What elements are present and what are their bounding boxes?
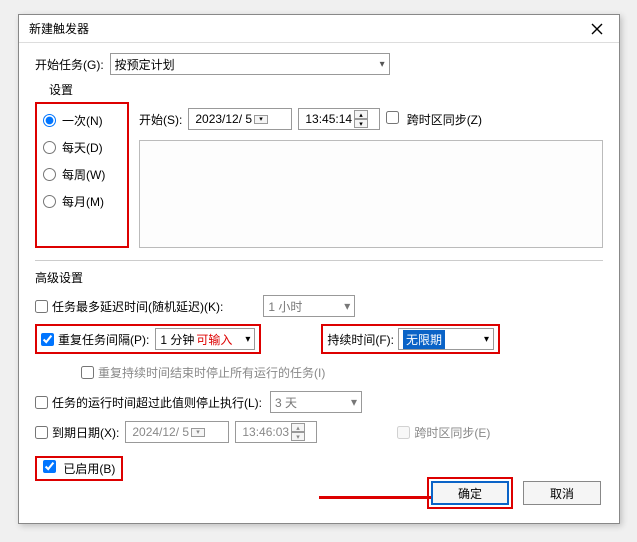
stop-after-select[interactable]: 3 天 ▾ <box>270 391 362 413</box>
duration-value: 无限期 <box>403 330 445 349</box>
schedule-detail-box <box>139 140 603 248</box>
titlebar: 新建触发器 <box>19 15 619 43</box>
duration-label: 持续时间(F): <box>327 331 394 348</box>
advanced-label: 高级设置 <box>35 269 603 286</box>
settings-label: 设置 <box>49 81 603 98</box>
cancel-button-label: 取消 <box>550 485 574 502</box>
schedule-radio-group: 一次(N) 每天(D) 每周(W) 每月(M) <box>35 102 129 248</box>
time-spinner[interactable]: ▴▾ <box>291 423 305 441</box>
stop-after-input[interactable] <box>35 396 48 409</box>
chevron-down-icon: ▾ <box>484 334 489 345</box>
expire-time-value: 13:46:03 <box>242 425 289 439</box>
repeat-value: 1 分钟 <box>160 331 194 348</box>
expire-sync-tz-input <box>397 426 410 439</box>
time-spinner[interactable]: ▴▾ <box>354 110 368 128</box>
stop-at-end-checkbox[interactable]: 重复持续时间结束时停止所有运行的任务(I) <box>81 364 325 381</box>
chevron-down-icon: ▾ <box>380 59 385 70</box>
radio-monthly-input[interactable] <box>43 195 56 208</box>
start-date-value: 2023/12/ 5 <box>195 112 252 126</box>
sync-tz-label: 跨时区同步(Z) <box>407 113 482 127</box>
sync-tz-input[interactable] <box>386 111 399 124</box>
start-row: 开始(S): 2023/12/ 5 ▾ 13:45:14 ▴▾ 跨时区同步(Z) <box>139 102 603 140</box>
radio-once[interactable]: 一次(N) <box>43 112 121 129</box>
ok-button[interactable]: 确定 <box>431 481 509 505</box>
begin-task-select[interactable]: 按预定计划 ▾ <box>110 53 390 75</box>
expire-label: 到期日期(X): <box>52 424 119 441</box>
stop-at-end-label: 重复持续时间结束时停止所有运行的任务(I) <box>98 364 325 381</box>
radio-daily-input[interactable] <box>43 141 56 154</box>
divider <box>35 260 603 261</box>
radio-once-input[interactable] <box>43 114 56 127</box>
close-button[interactable] <box>581 18 613 40</box>
delay-row: 任务最多延迟时间(随机延迟)(K): 1 小时 ▾ <box>35 294 603 318</box>
repeat-input[interactable] <box>41 333 54 346</box>
delay-select[interactable]: 1 小时 ▾ <box>263 295 355 317</box>
enabled-highlight: 已启用(B) <box>35 456 123 481</box>
cancel-button[interactable]: 取消 <box>523 481 601 505</box>
repeat-highlight: 重复任务间隔(P): 1 分钟 可输入 ▾ <box>35 324 261 354</box>
radio-monthly-label: 每月(M) <box>62 193 104 210</box>
radio-weekly-label: 每周(W) <box>62 166 105 183</box>
start-time-input[interactable]: 13:45:14 ▴▾ <box>298 108 380 130</box>
start-area: 开始(S): 2023/12/ 5 ▾ 13:45:14 ▴▾ 跨时区同步(Z) <box>139 102 603 248</box>
expire-date-value: 2024/12/ 5 <box>132 425 189 439</box>
repeat-hint: 可输入 <box>196 331 232 348</box>
stop-after-value: 3 天 <box>275 394 297 411</box>
enabled-checkbox[interactable]: 已启用(B) <box>43 460 115 477</box>
expire-date-input[interactable]: 2024/12/ 5 ▾ <box>125 421 229 443</box>
begin-task-row: 开始任务(G): 按预定计划 ▾ <box>35 53 603 75</box>
radio-daily[interactable]: 每天(D) <box>43 139 121 156</box>
settings-area: 一次(N) 每天(D) 每周(W) 每月(M) 开始(S): <box>35 102 603 248</box>
start-date-input[interactable]: 2023/12/ 5 ▾ <box>188 108 292 130</box>
stop-after-label: 任务的运行时间超过此值则停止执行(L): <box>52 394 262 411</box>
radio-daily-label: 每天(D) <box>62 139 103 156</box>
dialog-content: 开始任务(G): 按预定计划 ▾ 设置 一次(N) 每天(D) 每周(W) <box>19 43 619 491</box>
stop-after-row: 任务的运行时间超过此值则停止执行(L): 3 天 ▾ <box>35 390 603 414</box>
radio-once-label: 一次(N) <box>62 112 103 129</box>
chevron-down-icon: ▾ <box>351 395 357 409</box>
start-time-value: 13:45:14 <box>305 112 352 126</box>
expire-sync-tz-checkbox: 跨时区同步(E) <box>397 424 490 441</box>
repeat-label: 重复任务间隔(P): <box>58 331 149 348</box>
enabled-label: 已启用(B) <box>63 462 115 476</box>
repeat-interval-select[interactable]: 1 分钟 可输入 ▾ <box>155 328 255 350</box>
begin-task-value: 按预定计划 <box>115 56 175 73</box>
button-bar: 确定 取消 <box>427 477 601 509</box>
chevron-down-icon: ▾ <box>245 334 250 345</box>
enabled-input[interactable] <box>43 460 56 473</box>
ok-highlight: 确定 <box>427 477 513 509</box>
radio-monthly[interactable]: 每月(M) <box>43 193 121 210</box>
expire-checkbox[interactable]: 到期日期(X): <box>35 424 119 441</box>
sync-tz-checkbox[interactable]: 跨时区同步(Z) <box>386 111 482 128</box>
date-spinner[interactable]: ▾ <box>191 428 205 437</box>
new-trigger-dialog: 新建触发器 开始任务(G): 按预定计划 ▾ 设置 一次(N) 每天(D) <box>18 14 620 524</box>
close-icon <box>591 23 603 35</box>
delay-input[interactable] <box>35 300 48 313</box>
ok-button-label: 确定 <box>458 485 482 502</box>
date-spinner[interactable]: ▾ <box>254 115 268 124</box>
expire-sync-tz-label: 跨时区同步(E) <box>414 424 490 441</box>
chevron-down-icon: ▾ <box>344 299 350 313</box>
radio-weekly-input[interactable] <box>43 168 56 181</box>
repeat-row: 重复任务间隔(P): 1 分钟 可输入 ▾ 持续时间(F): 无限期 ▾ <box>35 324 603 354</box>
delay-checkbox[interactable]: 任务最多延迟时间(随机延迟)(K): <box>35 298 223 315</box>
delay-value: 1 小时 <box>268 298 302 315</box>
stop-at-end-row: 重复持续时间结束时停止所有运行的任务(I) <box>81 360 603 384</box>
expire-row: 到期日期(X): 2024/12/ 5 ▾ 13:46:03 ▴▾ 跨时区同步(… <box>35 420 603 444</box>
dialog-title: 新建触发器 <box>29 20 89 37</box>
begin-task-label: 开始任务(G): <box>35 56 104 73</box>
radio-weekly[interactable]: 每周(W) <box>43 166 121 183</box>
repeat-checkbox[interactable]: 重复任务间隔(P): <box>41 331 149 348</box>
expire-time-input[interactable]: 13:46:03 ▴▾ <box>235 421 317 443</box>
duration-select[interactable]: 无限期 ▾ <box>398 328 494 350</box>
duration-highlight: 持续时间(F): 无限期 ▾ <box>321 324 500 354</box>
delay-label: 任务最多延迟时间(随机延迟)(K): <box>52 298 223 315</box>
stop-after-checkbox[interactable]: 任务的运行时间超过此值则停止执行(L): <box>35 394 262 411</box>
expire-input[interactable] <box>35 426 48 439</box>
start-label: 开始(S): <box>139 111 182 128</box>
stop-at-end-input[interactable] <box>81 366 94 379</box>
